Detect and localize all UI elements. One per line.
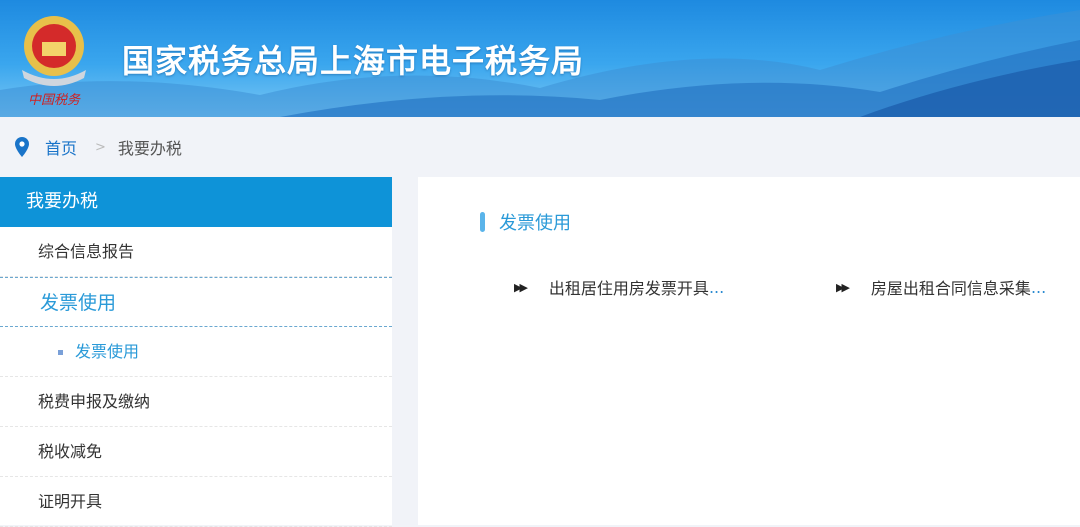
main-panel: 发票使用 ▶▶ 出租居住用房发票开具... ▶▶ 房屋出租合同信息采集... bbox=[418, 177, 1080, 525]
sidebar-title: 我要办税 bbox=[0, 177, 392, 227]
breadcrumb-separator: > bbox=[95, 139, 106, 155]
sidebar-item-invoice-use[interactable]: 发票使用 bbox=[0, 277, 392, 327]
link-label: 房屋出租合同信息采集 bbox=[870, 279, 1031, 298]
link-label: 出租居住用房发票开具 bbox=[548, 279, 709, 298]
sidebar: 我要办税 综合信息报告 发票使用 发票使用 税费申报及缴纳 税收减免 证明开具 bbox=[0, 177, 392, 527]
sidebar-subitem-label: 发票使用 bbox=[75, 342, 140, 361]
svg-text:中国税务: 中国税务 bbox=[28, 93, 81, 108]
section-marker bbox=[480, 212, 485, 232]
site-title: 国家税务总局上海市电子税务局 bbox=[122, 42, 585, 80]
double-chevron-right-icon: ▶▶ bbox=[514, 280, 528, 294]
sidebar-item-info-report[interactable]: 综合信息报告 bbox=[0, 227, 392, 277]
sidebar-item-tax-declaration[interactable]: 税费申报及缴纳 bbox=[0, 377, 392, 427]
location-pin-icon bbox=[15, 137, 29, 157]
section-header: 发票使用 bbox=[480, 209, 571, 235]
breadcrumb-current: 我要办税 bbox=[117, 139, 182, 158]
section-title: 发票使用 bbox=[499, 213, 571, 234]
double-chevron-right-icon: ▶▶ bbox=[836, 280, 850, 294]
link-rental-invoice[interactable]: ▶▶ 出租居住用房发票开具... bbox=[514, 275, 724, 299]
sidebar-item-tax-relief[interactable]: 税收减免 bbox=[0, 427, 392, 477]
sidebar-item-certificate[interactable]: 证明开具 bbox=[0, 477, 392, 527]
breadcrumb-home-link[interactable]: 首页 bbox=[45, 135, 77, 159]
link-ellipsis: ... bbox=[1030, 277, 1047, 297]
bullet-icon bbox=[58, 350, 63, 355]
tax-emblem-logo: 中国税务 bbox=[22, 16, 86, 108]
site-banner: 中国税务 国家税务总局上海市电子税务局 bbox=[0, 0, 1080, 117]
breadcrumb: 首页 > 我要办税 bbox=[0, 117, 1080, 177]
link-ellipsis: ... bbox=[708, 277, 725, 297]
link-rental-contract[interactable]: ▶▶ 房屋出租合同信息采集... bbox=[836, 275, 1046, 299]
sidebar-subitem-invoice-use[interactable]: 发票使用 bbox=[0, 327, 392, 377]
